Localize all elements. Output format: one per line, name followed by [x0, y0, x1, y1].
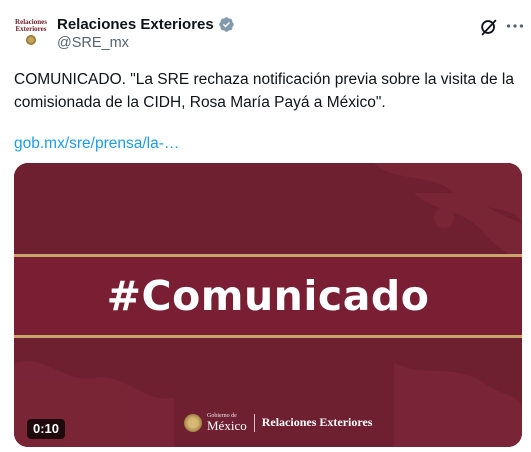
government-label: Gobierno de México	[207, 413, 247, 432]
avatar-logo-line-2: Exteriores	[15, 25, 47, 33]
government-seal-icon	[184, 413, 202, 432]
government-big-label: México	[207, 418, 247, 433]
video-media[interactable]: #Comunicado Gobierno de México Relacione…	[14, 163, 522, 447]
title-band: #Comunicado	[14, 254, 522, 338]
media-footer-logo: Gobierno de México Relaciones Exteriores	[184, 413, 372, 432]
grok-icon[interactable]	[478, 16, 500, 38]
display-name[interactable]: Relaciones Exteriores	[57, 16, 214, 33]
media-title: #Comunicado	[106, 272, 430, 320]
post-link[interactable]: gob.mx/sre/prensa/la-…	[14, 132, 179, 155]
verified-badge-icon	[218, 16, 234, 32]
footer-divider	[253, 413, 255, 432]
name-row: Relaciones Exteriores	[57, 14, 235, 34]
more-icon[interactable]	[504, 15, 526, 37]
video-duration-badge: 0:10	[27, 419, 66, 439]
post: Relaciones Exteriores Relaciones Exterio…	[0, 0, 531, 452]
footer-sre-label: Relaciones Exteriores	[261, 415, 373, 429]
post-text: COMUNICADO. "La SRE rechaza notificación…	[14, 71, 514, 111]
post-header: Relaciones Exteriores @SRE_mx	[57, 14, 235, 51]
avatar-seal-icon	[26, 35, 36, 45]
avatar[interactable]: Relaciones Exteriores	[14, 15, 48, 49]
handle[interactable]: @SRE_mx	[57, 35, 235, 51]
